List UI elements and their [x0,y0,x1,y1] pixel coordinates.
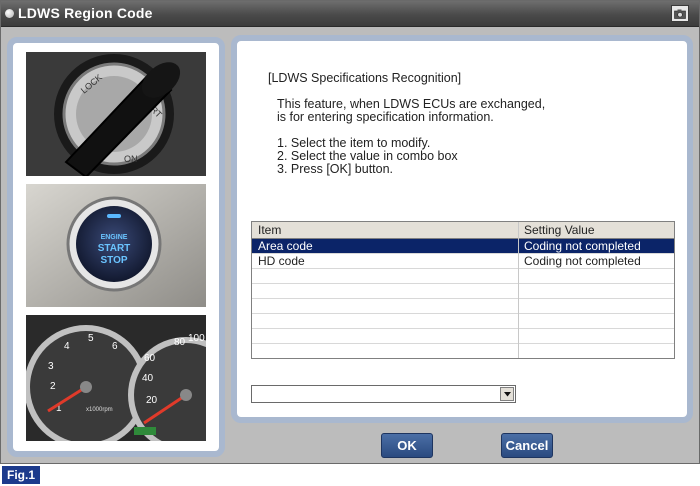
svg-text:4: 4 [64,341,70,352]
ignition-key-photo: LOCK START ON [26,52,206,176]
row-value: Coding not completed [524,254,641,268]
table-row[interactable]: HD code Coding not completed [252,254,674,269]
svg-text:ON: ON [124,154,138,164]
step-line: 1. Select the item to modify. [277,136,431,150]
step-line: 2. Select the value in combo box [277,149,458,163]
row-item: HD code [258,254,305,268]
description-line: is for entering specification informatio… [277,110,494,124]
column-header-item[interactable]: Item [258,223,281,237]
empty-table-row [252,329,674,344]
svg-text:6: 6 [112,341,118,352]
empty-table-row [252,284,674,299]
column-header-setting-value[interactable]: Setting Value [524,223,595,237]
svg-text:60: 60 [144,353,156,364]
svg-text:2: 2 [50,381,56,392]
engine-start-stop-button-photo: ENGINE START STOP [26,184,206,307]
svg-text:5: 5 [88,333,94,344]
instrument-cluster-photo: 23 45 61 80 60 40 20 100 x1000rpm [26,315,206,441]
svg-text:STOP: STOP [100,255,127,266]
setting-value-combo-box[interactable] [251,385,516,403]
figure-label: Fig.1 [2,466,40,484]
window-title: LDWS Region Code [18,5,153,21]
row-item: Area code [258,239,313,253]
column-divider [518,222,519,358]
svg-text:3: 3 [48,361,54,372]
window-bullet-icon [5,9,14,18]
cancel-button[interactable]: Cancel [501,433,553,458]
step-line: 3. Press [OK] button. [277,162,394,176]
table-header: Item Setting Value [252,222,674,239]
empty-table-row [252,269,674,284]
instructions-heading: [LDWS Specifications Recognition] [268,71,462,85]
camera-icon[interactable] [671,5,689,22]
svg-text:ENGINE: ENGINE [101,234,128,241]
empty-table-row [252,314,674,329]
settings-table: Item Setting Value Area code Coding not … [251,221,675,359]
svg-text:20: 20 [146,395,158,406]
svg-text:80: 80 [174,337,186,348]
chevron-down-icon[interactable] [500,387,514,401]
table-row[interactable]: Area code Coding not completed [252,239,674,254]
empty-table-row [252,299,674,314]
svg-text:100: 100 [188,333,205,344]
svg-text:START: START [98,243,131,254]
photo-panel: LOCK START ON [7,37,225,457]
svg-text:40: 40 [142,373,154,384]
svg-text:x1000rpm: x1000rpm [86,407,113,413]
row-value: Coding not completed [524,239,641,253]
ok-button[interactable]: OK [381,433,433,458]
title-bar: LDWS Region Code [1,1,699,27]
description-line: This feature, when LDWS ECUs are exchang… [277,97,546,111]
ldws-region-code-window: LDWS Region Code LOCK START ON [0,0,700,464]
content-panel: [LDWS Specifications Recognition] This f… [231,35,693,423]
